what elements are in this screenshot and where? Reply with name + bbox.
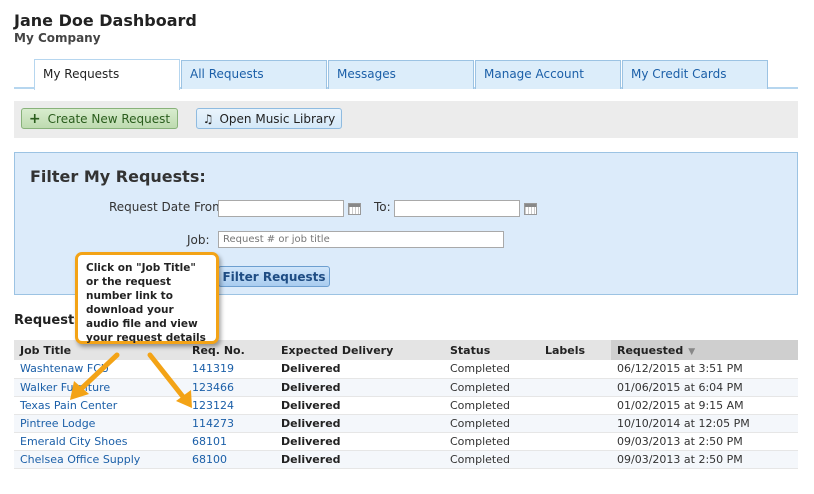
job-title-link[interactable]: Washtenaw FCU xyxy=(14,360,186,379)
labels-cell xyxy=(539,378,611,397)
job-title-link[interactable]: Chelsea Office Supply xyxy=(14,450,186,469)
expected-delivery-cell: Delivered xyxy=(275,414,444,433)
req-no-link[interactable]: 68100 xyxy=(186,450,275,469)
expected-delivery-cell: Delivered xyxy=(275,396,444,415)
filter-requests-button[interactable]: Filter Requests xyxy=(218,266,330,287)
tab-messages[interactable]: Messages xyxy=(328,60,474,89)
labels-cell xyxy=(539,360,611,379)
requested-cell: 09/03/2013 at 2:50 PM xyxy=(611,432,798,451)
expected-delivery-cell: Delivered xyxy=(275,432,444,451)
help-callout: Click on "Job Title" or the request numb… xyxy=(75,252,219,344)
job-title-link[interactable]: Texas Pain Center xyxy=(14,396,186,415)
expected-delivery-cell: Delivered xyxy=(275,378,444,397)
status-cell: Completed xyxy=(444,414,539,433)
req-no-link[interactable]: 114273 xyxy=(186,414,275,433)
date-from-input[interactable] xyxy=(218,200,344,217)
requested-cell: 09/03/2013 at 2:50 PM xyxy=(611,450,798,469)
job-search-input[interactable] xyxy=(218,231,504,248)
company-name: My Company xyxy=(14,31,101,45)
labels-cell xyxy=(539,396,611,415)
expected-delivery-cell: Delivered xyxy=(275,450,444,469)
date-from-label: Request Date From: xyxy=(109,200,228,214)
req-no-link[interactable]: 123466 xyxy=(186,378,275,397)
job-title-link[interactable]: Walker Furniture xyxy=(14,378,186,397)
table-row: Texas Pain Center 123124 Delivered Compl… xyxy=(14,396,798,415)
tab-my-requests[interactable]: My Requests xyxy=(34,59,180,90)
col-requested-label: Requested xyxy=(617,343,684,357)
status-cell: Completed xyxy=(444,450,539,469)
table-row: Emerald City Shoes 68101 Delivered Compl… xyxy=(14,432,798,451)
open-music-library-label: Open Music Library xyxy=(219,111,336,126)
date-to-input[interactable] xyxy=(394,200,520,217)
job-label: Job: xyxy=(187,233,210,247)
expected-delivery-cell: Delivered xyxy=(275,360,444,379)
table-row: Pintree Lodge 114273 Delivered Completed… xyxy=(14,414,798,433)
calendar-icon[interactable] xyxy=(348,203,361,215)
tab-manage-account[interactable]: Manage Account xyxy=(475,60,621,89)
requested-cell: 06/12/2015 at 3:51 PM xyxy=(611,360,798,379)
table-row: Walker Furniture 123466 Delivered Comple… xyxy=(14,378,798,397)
col-status[interactable]: Status xyxy=(444,340,539,360)
status-cell: Completed xyxy=(444,396,539,415)
req-no-link[interactable]: 141319 xyxy=(186,360,275,379)
req-no-link[interactable]: 68101 xyxy=(186,432,275,451)
filter-title: Filter My Requests: xyxy=(30,167,206,186)
requests-table: Job Title Req. No. Expected Delivery Sta… xyxy=(14,340,798,469)
labels-cell xyxy=(539,414,611,433)
music-note-icon: ♫ xyxy=(202,111,214,126)
sort-down-icon: ▼ xyxy=(688,346,696,357)
job-title-link[interactable]: Emerald City Shoes xyxy=(14,432,186,451)
open-music-library-button[interactable]: ♫ Open Music Library xyxy=(196,108,342,129)
status-cell: Completed xyxy=(444,432,539,451)
page-title: Jane Doe Dashboard xyxy=(14,11,197,30)
requested-cell: 01/02/2015 at 9:15 AM xyxy=(611,396,798,415)
requested-cell: 10/10/2014 at 12:05 PM xyxy=(611,414,798,433)
toolbar: + Create New Request ♫ Open Music Librar… xyxy=(14,101,798,138)
calendar-icon[interactable] xyxy=(524,203,537,215)
create-new-request-button[interactable]: + Create New Request xyxy=(21,108,178,129)
col-requested[interactable]: Requested ▼ xyxy=(611,340,798,360)
requested-cell: 01/06/2015 at 6:04 PM xyxy=(611,378,798,397)
col-labels[interactable]: Labels xyxy=(539,340,611,360)
status-cell: Completed xyxy=(444,360,539,379)
plus-icon: + xyxy=(28,110,41,127)
tab-all-requests[interactable]: All Requests xyxy=(181,60,327,89)
labels-cell xyxy=(539,450,611,469)
col-expected-delivery[interactable]: Expected Delivery xyxy=(275,340,444,360)
tab-my-credit-cards[interactable]: My Credit Cards xyxy=(622,60,768,89)
status-cell: Completed xyxy=(444,378,539,397)
create-new-request-label: Create New Request xyxy=(47,111,171,126)
table-row: Chelsea Office Supply 68100 Delivered Co… xyxy=(14,450,798,469)
date-to-label: To: xyxy=(374,200,391,214)
labels-cell xyxy=(539,432,611,451)
table-row: Washtenaw FCU 141319 Delivered Completed… xyxy=(14,360,798,379)
req-no-link[interactable]: 123124 xyxy=(186,396,275,415)
job-title-link[interactable]: Pintree Lodge xyxy=(14,414,186,433)
